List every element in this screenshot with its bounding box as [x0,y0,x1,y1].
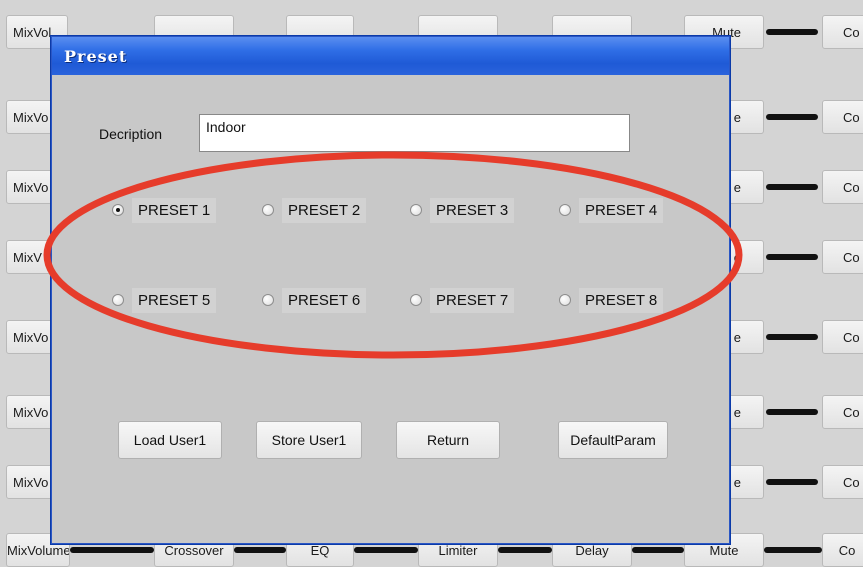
bg-connector-line [234,547,286,553]
bg-connector-line [764,547,822,553]
bg-connector-line [70,547,154,553]
bg-connector-line [766,409,818,415]
bg-connector-line [766,254,818,260]
bg-connector-line [766,479,818,485]
bg-co-button[interactable]: Co [822,465,863,499]
bg-connector-line [354,547,418,553]
bg-co-button[interactable]: Co [822,100,863,134]
store-user-button[interactable]: Store User1 [256,421,362,459]
load-user-button[interactable]: Load User1 [118,421,222,459]
bg-connector-line [766,184,818,190]
bg-connector-line [766,334,818,340]
bg-connector-line [766,29,818,35]
bg-connector-line [766,114,818,120]
bg-connector-line [498,547,552,553]
description-input[interactable]: Indoor [199,114,630,152]
bg-co-button[interactable]: Co [822,533,863,567]
bg-co-button[interactable]: Co [822,320,863,354]
dialog-title: Preset [64,47,128,66]
bg-connector-line [632,547,684,553]
return-button[interactable]: Return [396,421,500,459]
bg-co-button[interactable]: Co [822,395,863,429]
bg-co-button[interactable]: Co [822,170,863,204]
red-highlight-ellipse [43,151,743,359]
highlight-ellipse-stroke [43,151,743,359]
description-label: Decription [99,126,163,142]
default-param-button[interactable]: DefaultParam [558,421,668,459]
dialog-titlebar[interactable]: Preset [52,37,729,75]
bg-co-button[interactable]: Co [822,240,863,274]
bg-co-button[interactable]: Co [822,15,863,49]
